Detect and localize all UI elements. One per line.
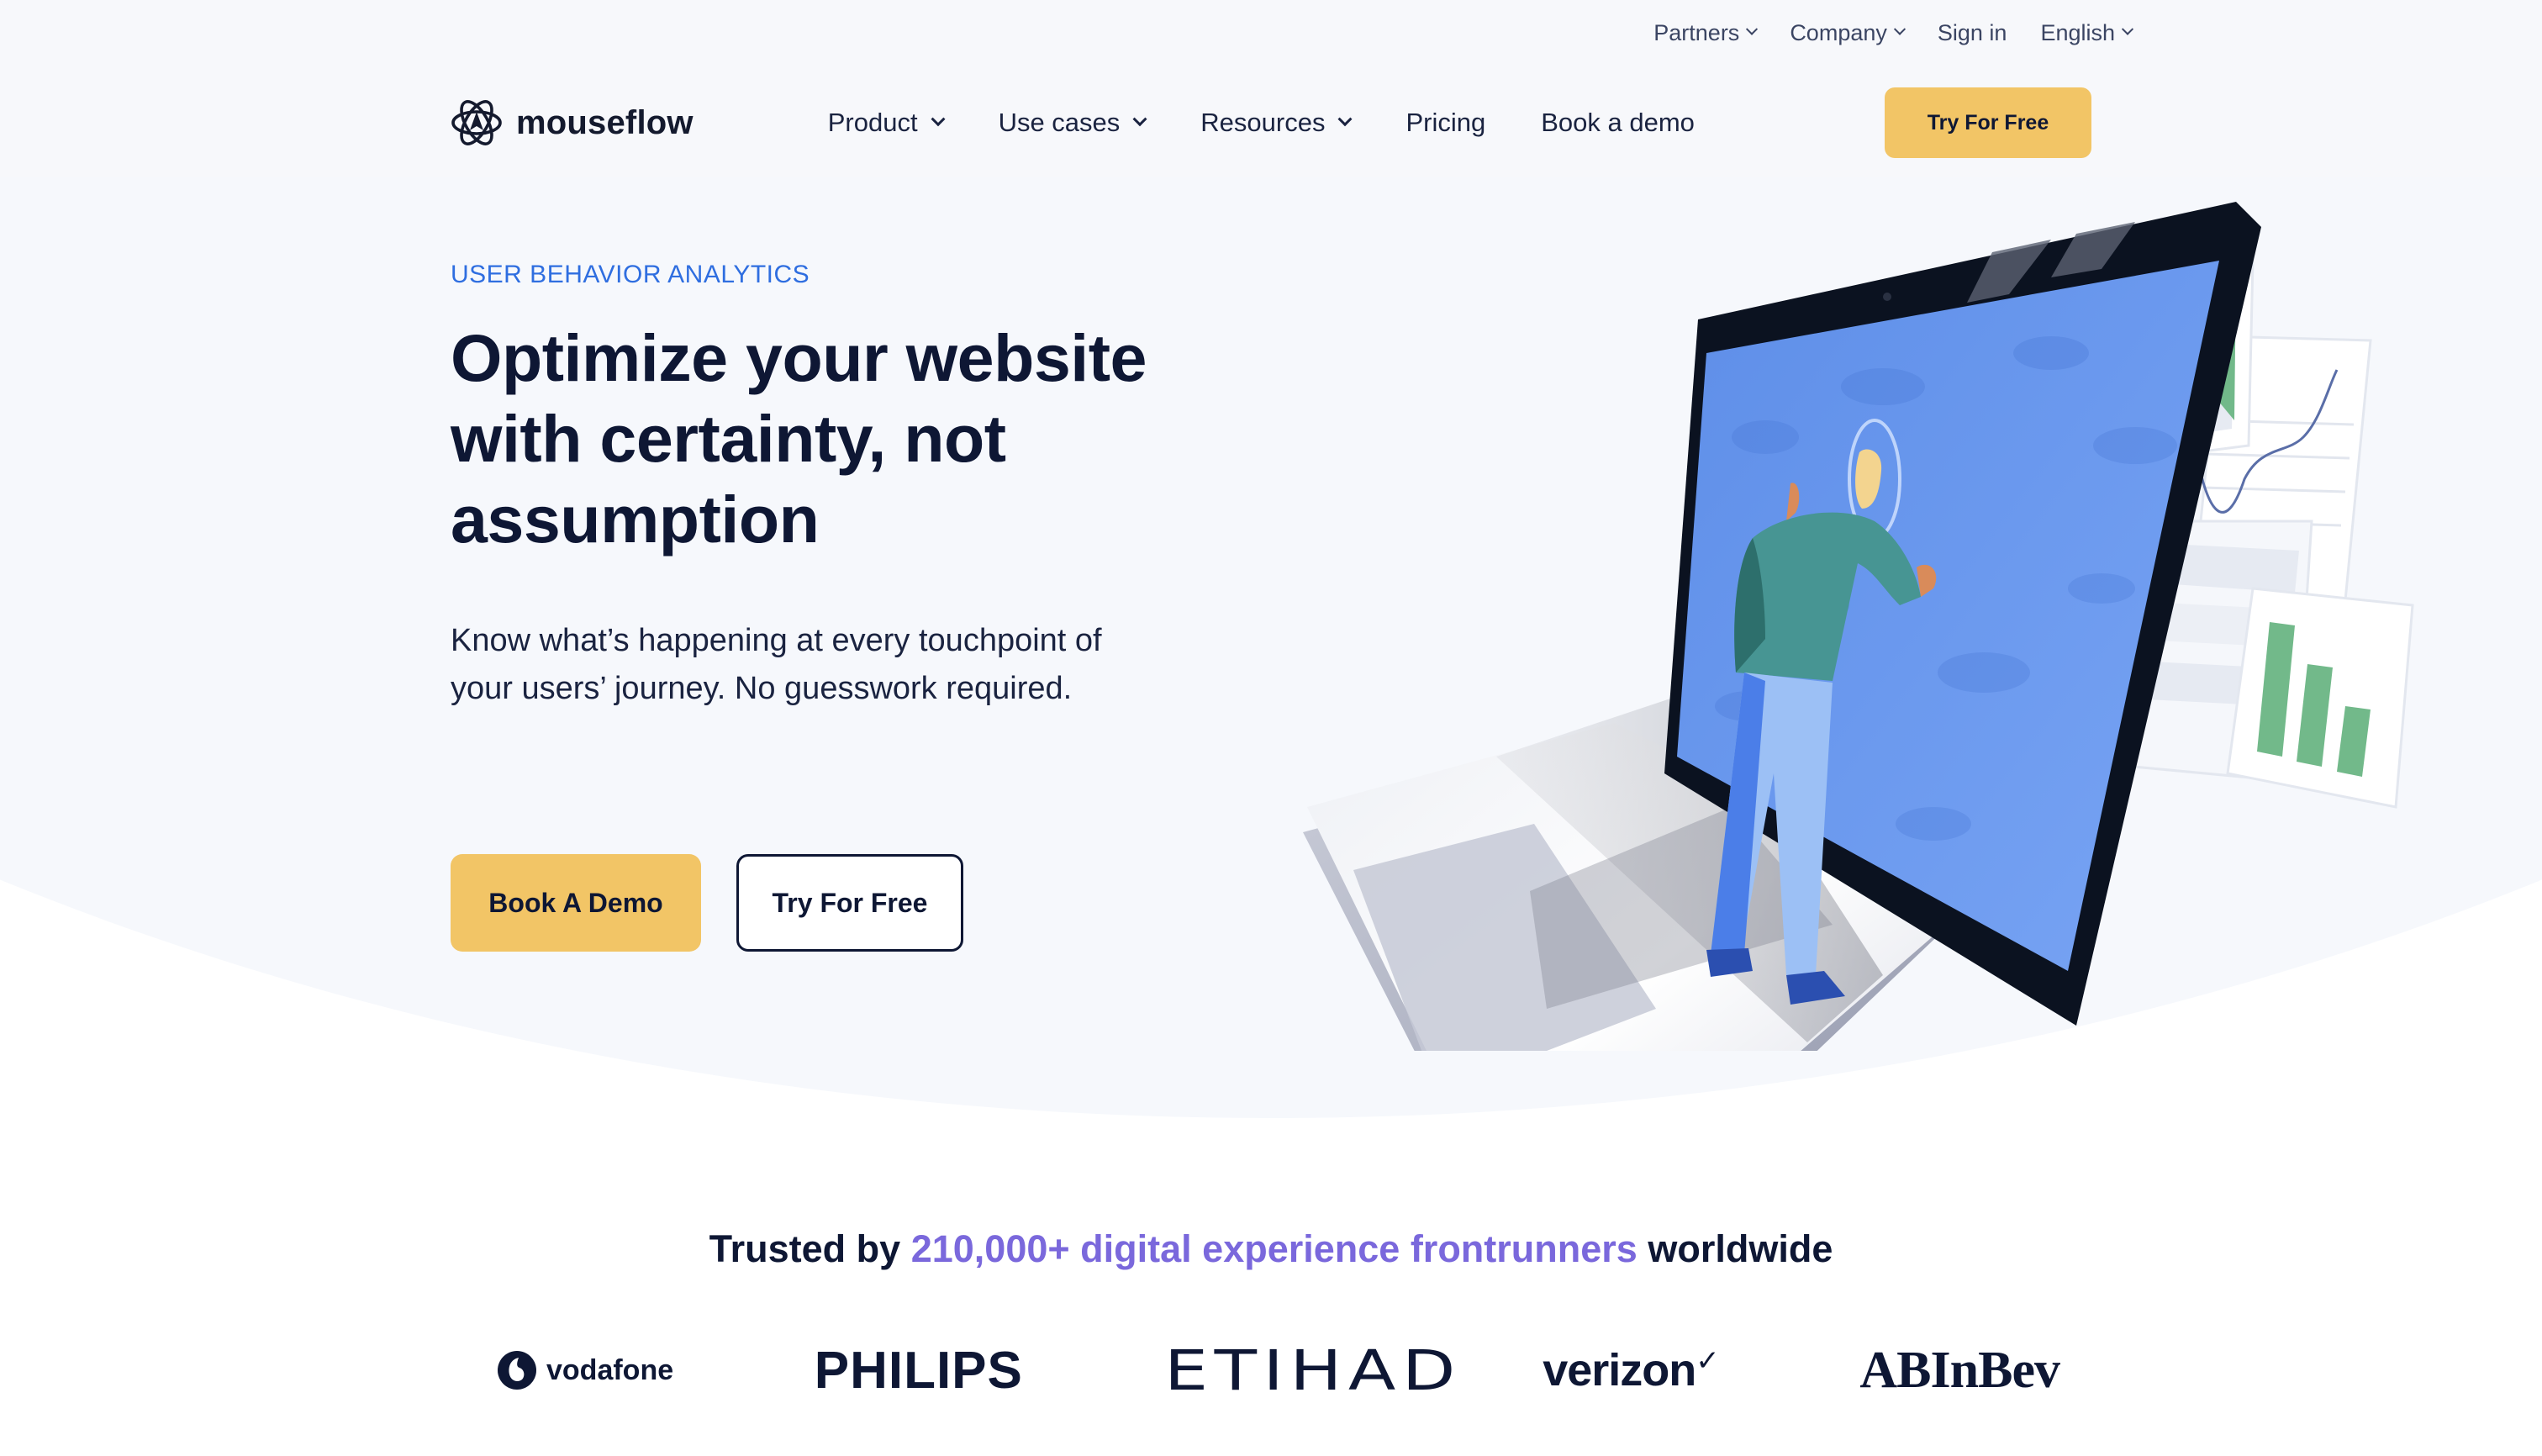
small-bars-panel: [2226, 587, 2414, 809]
subheading-line: your users’ journey. No guesswork requir…: [451, 671, 1073, 706]
chevron-down-icon: [1746, 23, 1759, 35]
topbar-company[interactable]: Company: [1790, 19, 1906, 46]
nav-use-cases[interactable]: Use cases: [998, 108, 1147, 138]
chevron-down-icon: [931, 112, 946, 127]
nav-product[interactable]: Product: [827, 108, 946, 138]
headline-line: with certainty, not: [451, 401, 1006, 476]
nav-pricing-label: Pricing: [1405, 108, 1486, 137]
verizon-text: verizon: [1543, 1345, 1696, 1395]
trusted-highlight: 210,000+ digital experience frontrunners: [910, 1227, 1638, 1270]
nav-book-demo-label: Book a demo: [1541, 108, 1695, 137]
hero-eyebrow: USER BEHAVIOR ANALYTICS: [451, 261, 810, 288]
nav-resources-label: Resources: [1200, 108, 1326, 137]
hero-headline: Optimize your website with certainty, no…: [451, 318, 1258, 560]
trusted-prefix: Trusted by: [709, 1227, 901, 1270]
hero-section: USER BEHAVIOR ANALYTICS Optimize your we…: [451, 261, 1258, 952]
abinbev-logo: ABInBev: [1859, 1341, 2060, 1399]
customer-logos: vodafone PHILIPS ETIHAD verizon✓ ABInBev: [496, 1337, 2060, 1404]
nav-resources[interactable]: Resources: [1200, 108, 1353, 138]
nav-book-demo[interactable]: Book a demo: [1541, 108, 1695, 138]
vodafone-logo: vodafone: [496, 1349, 673, 1391]
trusted-by-heading: Trusted by 210,000+ digital experience f…: [0, 1227, 2542, 1271]
sign-in-label: Sign in: [1937, 19, 2007, 45]
subheading-line: Know what’s happening at every touchpoin…: [451, 623, 1102, 658]
nav-pricing[interactable]: Pricing: [1405, 108, 1485, 138]
logo-text: mouseflow: [516, 103, 694, 141]
headline-line: assumption: [451, 482, 820, 557]
nav-use-cases-label: Use cases: [998, 108, 1121, 137]
chevron-down-icon: [1337, 112, 1353, 127]
vodafone-speechmark-icon: [498, 1351, 536, 1390]
atom-cursor-icon: [451, 100, 502, 145]
logo[interactable]: mouseflow: [451, 97, 694, 149]
chevron-down-icon: [1132, 112, 1147, 127]
try-free-button[interactable]: Try For Free: [736, 854, 963, 952]
headline-line: Optimize your website: [451, 320, 1147, 395]
verizon-logo: verizon✓: [1543, 1344, 1720, 1396]
language-label: English: [2040, 19, 2115, 45]
topbar-partners[interactable]: Partners: [1653, 19, 1759, 46]
verizon-check-icon: ✓: [1696, 1345, 1719, 1377]
topbar-partners-label: Partners: [1653, 19, 1740, 45]
sign-in-link[interactable]: Sign in: [1938, 20, 2007, 46]
hero-cta-row: Book A Demo Try For Free: [451, 854, 963, 952]
nav-product-label: Product: [827, 108, 918, 137]
etihad-logo: ETIHAD: [1163, 1337, 1462, 1403]
main-nav: mouseflow Product Use cases Resources Pr…: [451, 87, 2091, 158]
hero-subheading: Know what’s happening at every touchpoin…: [451, 617, 1207, 713]
chevron-down-icon: [1893, 23, 1906, 35]
vodafone-text: vodafone: [546, 1353, 674, 1386]
topbar-company-label: Company: [1790, 19, 1887, 45]
chevron-down-icon: [2121, 23, 2134, 35]
philips-logo: PHILIPS: [814, 1341, 1023, 1400]
utility-nav: Partners Company Sign in English: [1653, 15, 2134, 50]
nav-try-free-button[interactable]: Try For Free: [1885, 87, 2091, 158]
book-demo-button[interactable]: Book A Demo: [451, 854, 701, 952]
language-selector[interactable]: English: [2040, 19, 2134, 46]
hero-illustration: [1303, 202, 2414, 1051]
trusted-suffix: worldwide: [1648, 1227, 1833, 1270]
